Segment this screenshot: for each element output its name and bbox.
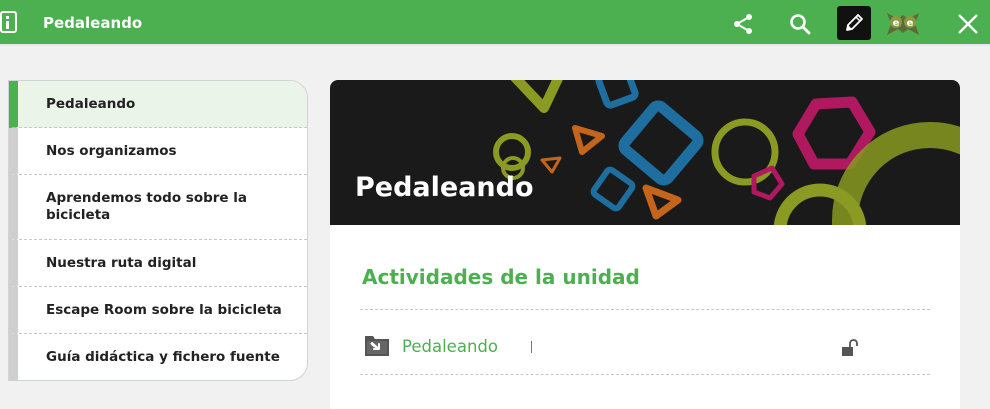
menu-book-icon[interactable] bbox=[0, 11, 18, 33]
sidebar-item-label: Nuestra ruta digital bbox=[46, 254, 197, 271]
edit-pencil-icon bbox=[846, 14, 863, 31]
activity-row[interactable]: Pedaleando bbox=[360, 330, 930, 370]
divider bbox=[360, 374, 930, 375]
app-title: Pedaleando bbox=[43, 14, 143, 32]
edit-button[interactable] bbox=[837, 6, 871, 40]
text-caret bbox=[531, 341, 532, 353]
sidebar-item-label: Aprendemos todo sobre la bicicleta bbox=[46, 190, 248, 223]
svg-text:e: e bbox=[907, 18, 914, 29]
hero-title: Pedaleando bbox=[355, 172, 534, 203]
sidebar-item-escape-room[interactable]: Escape Room sobre la bicicleta bbox=[9, 287, 307, 334]
sidebar-item-label: Pedaleando bbox=[46, 95, 136, 112]
divider bbox=[360, 309, 930, 310]
folder-arrow-icon bbox=[364, 332, 390, 362]
main-panel: Pedaleando Actividades de la unidad Peda… bbox=[330, 80, 960, 409]
activity-link[interactable]: Pedaleando bbox=[402, 337, 498, 356]
top-bar: Pedaleando e e bbox=[0, 0, 990, 46]
sidebar-nav: Pedaleando Nos organizamos Aprendemos to… bbox=[8, 80, 308, 381]
share-icon bbox=[734, 14, 752, 34]
sidebar-item-label: Guía didáctica y fichero fuente bbox=[46, 349, 280, 366]
search-icon bbox=[790, 14, 811, 35]
sidebar-item-label: Escape Room sobre la bicicleta bbox=[46, 301, 282, 318]
sidebar-item-pedaleando[interactable]: Pedaleando bbox=[9, 81, 307, 128]
hero-decoration bbox=[493, 80, 960, 225]
exe-logo-icon: e e bbox=[887, 13, 919, 35]
sidebar-item-aprendemos[interactable]: Aprendemos todo sobre la bicicleta bbox=[9, 175, 307, 240]
hero-banner: Pedaleando bbox=[330, 80, 960, 225]
sidebar-item-ruta-digital[interactable]: Nuestra ruta digital bbox=[9, 240, 307, 287]
share-button[interactable] bbox=[725, 6, 761, 42]
unlock-icon[interactable] bbox=[841, 339, 859, 361]
sidebar-item-guia-didactica[interactable]: Guía didáctica y fichero fuente bbox=[9, 334, 307, 380]
search-button[interactable] bbox=[782, 6, 818, 42]
sidebar-item-label: Nos organizamos bbox=[46, 142, 177, 159]
close-button[interactable] bbox=[950, 6, 986, 42]
section-title: Actividades de la unidad bbox=[362, 265, 640, 289]
svg-text:e: e bbox=[893, 18, 900, 29]
sidebar-item-nos-organizamos[interactable]: Nos organizamos bbox=[9, 128, 307, 175]
close-icon bbox=[958, 14, 978, 34]
exe-logo-button[interactable]: e e bbox=[884, 5, 922, 43]
